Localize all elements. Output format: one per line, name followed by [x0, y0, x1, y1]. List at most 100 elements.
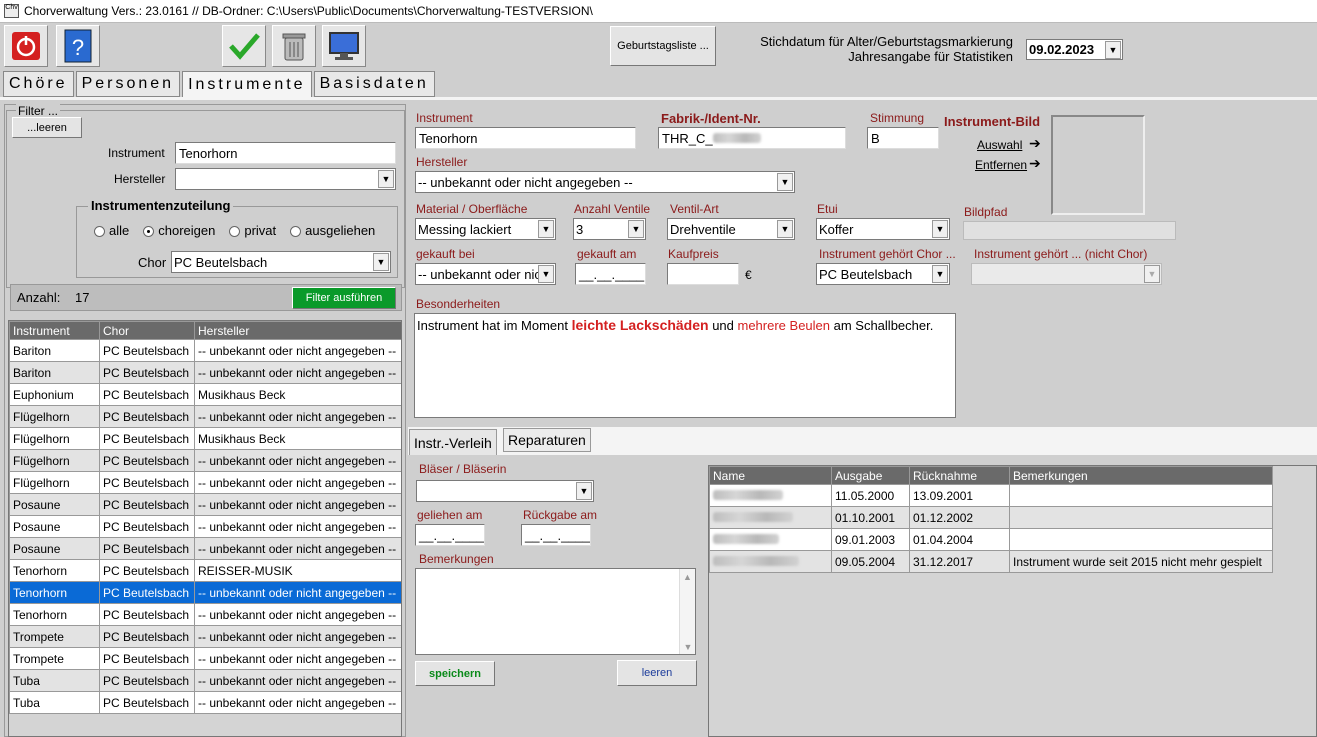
table-row[interactable]: Bariton PC Beutelsbach -- unbekannt oder n… — [9, 361, 401, 384]
table-cell: -- unbekannt oder nicht angegeben -- — [194, 339, 401, 362]
column-header[interactable]: Name — [709, 466, 832, 485]
rueckgabe-input[interactable]: __.__.____ — [521, 524, 591, 546]
leeren-button[interactable]: leeren — [617, 660, 697, 686]
chevron-down-icon: ▼ — [378, 170, 394, 188]
tab-personen[interactable]: Personen — [75, 71, 181, 97]
table-row[interactable]: 09.05.2004 31.12.2017 Instrument wurde sei… — [709, 550, 1273, 573]
bildpfad-input[interactable] — [963, 221, 1176, 240]
scroll-down-icon[interactable]: ▼ — [680, 642, 696, 652]
table-row[interactable]: Posaune PC Beutelsbach -- unbekannt oder n… — [9, 515, 401, 538]
table-cell: PC Beutelsbach — [99, 405, 195, 428]
filter-chor-select[interactable]: PC Beutelsbach ▼ — [171, 251, 391, 273]
table-row[interactable]: Trompete PC Beutelsbach -- unbekannt oder … — [9, 625, 401, 648]
bemerkungen-textarea[interactable]: ▲ ▼ — [415, 568, 696, 655]
tab-basisdaten[interactable]: Basisdaten — [313, 71, 435, 97]
table-cell: PC Beutelsbach — [99, 559, 195, 582]
table-row[interactable]: 01.10.2001 01.12.2002 — [709, 506, 1273, 529]
table-cell: PC Beutelsbach — [99, 537, 195, 560]
table-row[interactable]: Euphonium PC Beutelsbach Musikhaus Beck — [9, 383, 401, 406]
scroll-up-icon[interactable]: ▲ — [680, 572, 695, 582]
column-header[interactable]: Hersteller — [194, 321, 401, 340]
run-filter-button[interactable]: Filter ausführen — [292, 287, 396, 309]
instrument-label: Instrument — [416, 111, 473, 125]
table-cell: 01.12.2002 — [909, 506, 1010, 529]
speichern-button[interactable]: speichern — [415, 661, 495, 686]
table-row[interactable]: Posaune PC Beutelsbach -- unbekannt oder n… — [9, 493, 401, 516]
column-header[interactable]: Instrument — [9, 321, 100, 340]
table-cell: PC Beutelsbach — [99, 449, 195, 472]
radio-circle — [290, 226, 302, 238]
count-value: 17 — [75, 290, 90, 305]
tab-choere[interactable]: Chöre — [3, 71, 74, 97]
etui-select[interactable]: Koffer ▼ — [816, 218, 950, 240]
stimmung-input[interactable]: B — [867, 127, 939, 149]
filter-instrument-input[interactable]: Tenorhorn — [175, 142, 396, 164]
instrument-input[interactable]: Tenorhorn — [415, 127, 636, 149]
gehoert-nicht-chor-select[interactable]: ▼ — [971, 263, 1162, 285]
table-row[interactable]: Tenorhorn PC Beutelsbach -- unbekannt oder… — [9, 603, 401, 626]
table-row[interactable]: 09.01.2003 01.04.2004 — [709, 528, 1273, 551]
table-row[interactable]: Posaune PC Beutelsbach -- unbekannt oder n… — [9, 537, 401, 560]
birthday-list-button[interactable]: Geburtstagsliste ... — [610, 26, 716, 66]
delete-button[interactable] — [272, 25, 316, 67]
redacted-name — [713, 489, 783, 500]
save-toolbar-button[interactable] — [222, 25, 266, 67]
table-cell: -- unbekannt oder nicht angegeben -- — [194, 691, 401, 714]
radio-choreigen[interactable]: choreigen — [143, 223, 215, 238]
radio-circle — [94, 226, 105, 238]
table-row[interactable]: Tuba PC Beutelsbach -- unbekannt oder nich… — [9, 669, 401, 692]
table-row[interactable]: Flügelhorn PC Beutelsbach -- unbekannt ode… — [9, 405, 401, 428]
table-row[interactable]: Bariton PC Beutelsbach -- unbekannt oder n… — [9, 339, 401, 362]
gekauft-bei-select[interactable]: -- unbekannt oder nicht angegeben --▼ — [415, 263, 556, 285]
stichdatum-select[interactable]: 09.02.2023 ▼ — [1026, 39, 1123, 60]
besonderheiten-text[interactable]: Instrument hat im Moment leichte Lacksch… — [414, 313, 956, 418]
table-cell: Euphonium — [9, 383, 100, 406]
table-cell: 13.09.2001 — [909, 484, 1010, 507]
column-header[interactable]: Rücknahme — [909, 466, 1010, 485]
table-cell: PC Beutelsbach — [99, 647, 195, 670]
radio-alle[interactable]: alle — [94, 223, 129, 238]
help-button[interactable]: ? — [56, 25, 100, 67]
scrollbar[interactable]: ▲ ▼ — [679, 569, 695, 654]
hersteller-select[interactable]: -- unbekannt oder nicht angegeben -- ▼ — [415, 171, 795, 193]
auswahl-link[interactable]: Auswahl — [977, 138, 1022, 152]
subtab-reparaturen[interactable]: Reparaturen — [503, 428, 591, 452]
fabrik-input[interactable]: THR_C_ — [658, 127, 846, 149]
column-header[interactable]: Ausgabe — [831, 466, 910, 485]
radio-privat[interactable]: privat — [229, 223, 276, 238]
table-row[interactable]: Trompete PC Beutelsbach -- unbekannt oder … — [9, 647, 401, 670]
monitor-button[interactable] — [322, 25, 366, 67]
material-select[interactable]: Messing lackiert ▼ — [415, 218, 556, 240]
column-header[interactable]: Bemerkungen — [1009, 466, 1273, 485]
table-row[interactable]: Flügelhorn PC Beutelsbach -- unbekannt ode… — [9, 471, 401, 494]
chevron-down-icon: ▼ — [932, 220, 948, 238]
table-cell: 01.04.2004 — [909, 528, 1010, 551]
table-row[interactable]: Tenorhorn PC Beutelsbach -- unbekannt oder… — [9, 581, 401, 604]
gehoert-chor-select[interactable]: PC Beutelsbach ▼ — [816, 263, 950, 285]
etui-label: Etui — [817, 202, 838, 216]
chevron-down-icon: ▼ — [538, 265, 554, 283]
kaufpreis-input[interactable] — [667, 263, 739, 285]
table-row[interactable]: Flügelhorn PC Beutelsbach Musikhaus Beck — [9, 427, 401, 450]
exit-button[interactable] — [4, 25, 48, 67]
instrument-image — [1051, 115, 1145, 215]
table-row[interactable]: Flügelhorn PC Beutelsbach -- unbekannt ode… — [9, 449, 401, 472]
ventile-select[interactable]: 3 ▼ — [573, 218, 646, 240]
filter-clear-button[interactable]: ...leeren — [12, 117, 82, 138]
currency-label: € — [745, 268, 752, 282]
table-row[interactable]: 11.05.2000 13.09.2001 — [709, 484, 1273, 507]
table-cell: PC Beutelsbach — [99, 361, 195, 384]
subtab-verleih[interactable]: Instr.-Verleih — [409, 429, 497, 455]
geliehen-input[interactable]: __.__.____ — [415, 524, 485, 546]
column-header[interactable]: Chor — [99, 321, 195, 340]
filter-hersteller-select[interactable]: ▼ — [175, 168, 396, 190]
ventilart-select[interactable]: Drehventile ▼ — [667, 218, 795, 240]
gekauft-am-input[interactable]: __.__.____ — [575, 263, 646, 285]
tab-instrumente[interactable]: Instrumente — [182, 71, 312, 97]
table-row[interactable]: Tuba PC Beutelsbach -- unbekannt oder nich… — [9, 691, 401, 714]
blaeser-select[interactable]: ▼ — [416, 480, 594, 502]
table-row[interactable]: Tenorhorn PC Beutelsbach REISSER-MUSIK — [9, 559, 401, 582]
table-cell: -- unbekannt oder nicht angegeben -- — [194, 471, 401, 494]
radio-ausgeliehen[interactable]: ausgeliehen — [290, 223, 375, 238]
entfernen-link[interactable]: Entfernen — [975, 158, 1027, 172]
